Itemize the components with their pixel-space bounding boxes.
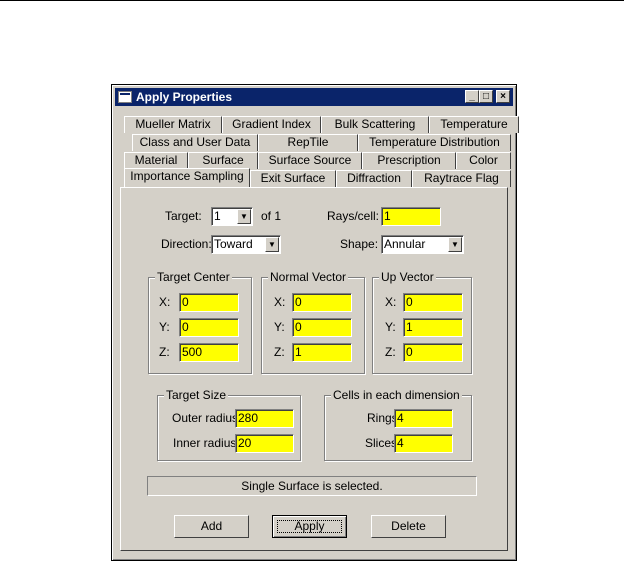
tab-temperature[interactable]: Temperature [429,116,519,133]
title-bar[interactable]: Apply Properties _ □ × [115,88,513,106]
window-title: Apply Properties [136,90,233,104]
add-button[interactable]: Add [174,515,249,538]
normal-vector-group: Normal Vector X: 0 Y: 0 Z: 1 [261,270,365,374]
up-vector-z-label: Z: [385,345,396,359]
target-center-x-input[interactable]: 0 [179,293,239,312]
target-size-group: Target Size Outer radius: 280 Inner radi… [157,388,301,461]
normal-vector-x-label: X: [274,295,286,309]
tab-bulk-scattering[interactable]: Bulk Scattering [321,116,429,133]
page-top-rule [0,0,624,1]
tab-surface[interactable]: Surface [188,152,258,169]
apply-properties-dialog: Apply Properties _ □ × Mueller Matrix Gr… [111,84,519,561]
tab-raytrace-flag[interactable]: Raytrace Flag [412,170,511,187]
normal-vector-x-input[interactable]: 0 [292,293,352,312]
minimize-button[interactable]: _ [465,90,479,103]
direction-select-value: Toward [214,237,253,251]
direction-label: Direction: [161,237,212,251]
target-select[interactable]: 1 ▼ [211,207,253,226]
chevron-down-icon[interactable]: ▼ [265,237,279,252]
tab-material[interactable]: Material [124,152,188,169]
target-center-group: Target Center X: 0 Y: 0 Z: 500 [148,270,252,374]
normal-vector-y-label: Y: [274,320,285,334]
tab-importance-sampling[interactable]: Importance Sampling [124,168,250,187]
rays-per-cell-label: Rays/cell: [327,209,380,223]
shape-select-value: Annular [384,237,426,251]
shape-select[interactable]: Annular ▼ [381,235,464,254]
tab-reptile[interactable]: RepTile [258,134,358,151]
rings-input[interactable]: 4 [394,409,453,428]
close-button[interactable]: × [496,90,510,103]
chevron-down-icon[interactable]: ▼ [237,209,251,224]
tab-diffraction[interactable]: Diffraction [336,170,412,187]
apply-button[interactable]: Apply [272,515,347,538]
slices-input[interactable]: 4 [394,434,453,453]
delete-button[interactable]: Delete [371,515,446,538]
target-center-x-label: X: [159,295,171,309]
tab-mueller-matrix[interactable]: Mueller Matrix [124,116,222,133]
tab-surface-source[interactable]: Surface Source [258,152,362,169]
outer-radius-label: Outer radius: [172,411,242,425]
up-vector-y-label: Y: [385,320,396,334]
normal-vector-y-input[interactable]: 0 [292,318,352,337]
direction-select[interactable]: Toward ▼ [211,235,281,254]
tab-gradient-index[interactable]: Gradient Index [222,116,321,133]
cells-group: Cells in each dimension Rings: 4 Slices:… [324,388,472,461]
apply-button-label: Apply [294,519,325,533]
chevron-down-icon[interactable]: ▼ [448,237,462,252]
normal-vector-z-input[interactable]: 1 [292,343,352,362]
up-vector-x-input[interactable]: 0 [403,293,463,312]
inner-radius-label: Inner radius: [173,436,240,450]
tab-exit-surface[interactable]: Exit Surface [250,170,336,187]
normal-vector-z-label: Z: [274,345,285,359]
target-center-y-input[interactable]: 0 [179,318,239,337]
target-center-z-label: Z: [159,345,170,359]
normal-vector-title: Normal Vector [268,270,349,284]
target-label: Target: [165,209,202,223]
window-icon [118,91,132,103]
inner-radius-input[interactable]: 20 [235,434,294,453]
target-select-value: 1 [214,209,221,223]
up-vector-title: Up Vector [379,270,436,284]
maximize-button[interactable]: □ [479,90,493,103]
target-count: of 1 [261,209,282,223]
up-vector-x-label: X: [385,295,397,309]
cells-title: Cells in each dimension [331,388,462,402]
tab-temperature-distribution[interactable]: Temperature Distribution [358,134,511,151]
tab-class-user-data[interactable]: Class and User Data [132,134,258,151]
target-size-title: Target Size [164,388,229,402]
up-vector-group: Up Vector X: 0 Y: 1 Z: 0 [372,270,472,374]
shape-label: Shape: [340,237,379,251]
tab-color[interactable]: Color [456,152,511,169]
delete-button-label: Delete [391,519,426,533]
outer-radius-input[interactable]: 280 [235,409,294,428]
up-vector-z-input[interactable]: 0 [403,343,463,362]
tab-prescription[interactable]: Prescription [362,152,456,169]
target-center-y-label: Y: [159,320,170,334]
target-center-title: Target Center [155,270,232,284]
add-button-label: Add [200,519,223,533]
rays-per-cell-input[interactable]: 1 [381,207,441,226]
status-bar: Single Surface is selected. [147,476,477,496]
up-vector-y-input[interactable]: 1 [403,318,463,337]
target-center-z-input[interactable]: 500 [179,343,239,362]
